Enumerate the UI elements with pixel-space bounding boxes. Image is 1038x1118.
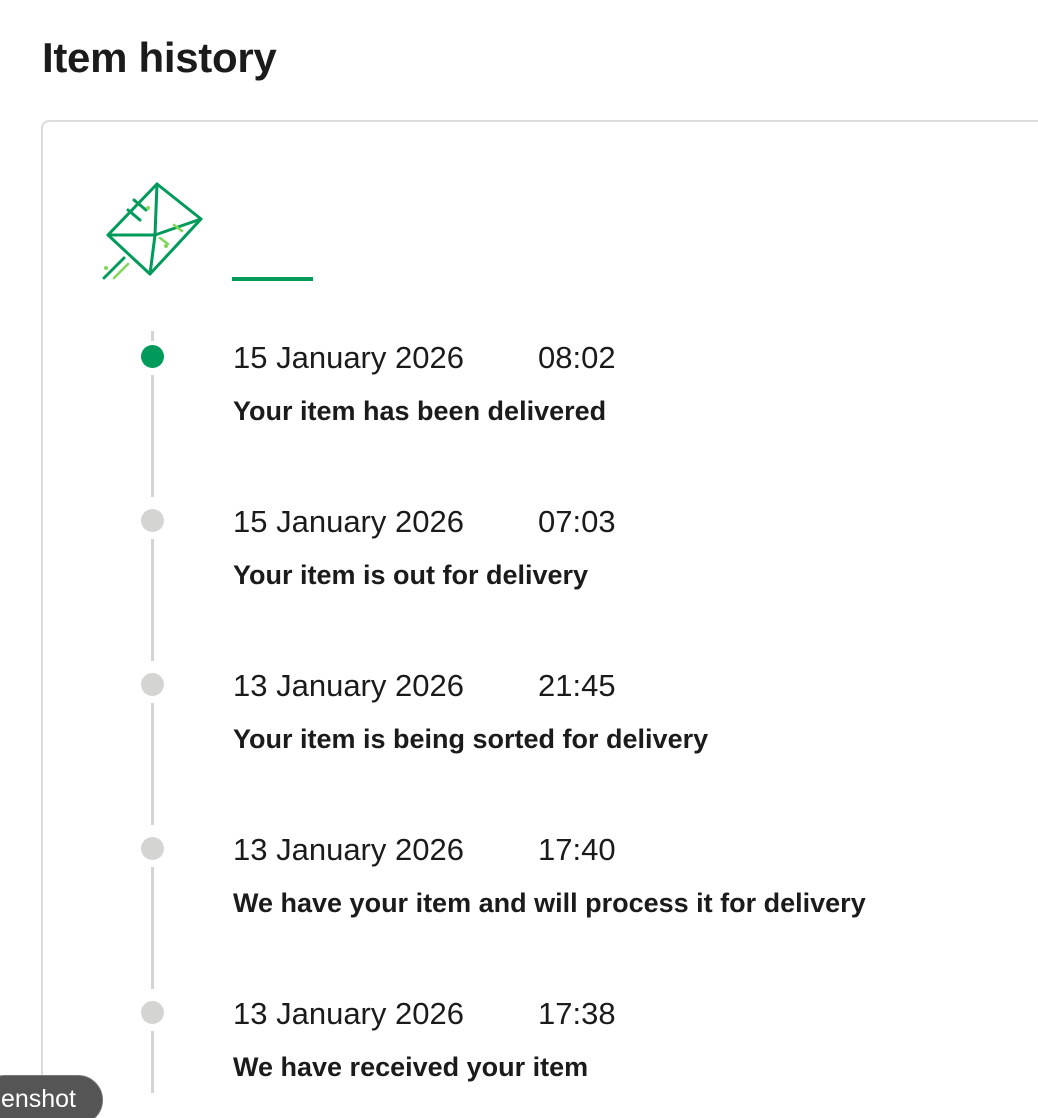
event-description: Your item is being sorted for delivery	[233, 724, 709, 754]
event-time: 07:03	[538, 504, 616, 539]
timeline-dot	[141, 509, 164, 532]
event-time: 08:02	[538, 340, 616, 375]
item-history-page: Item history 15 January 2026 08:02 Your …	[0, 0, 1038, 1118]
event-description: Your item is out for delivery	[233, 560, 589, 590]
screenshot-button[interactable]: enshot	[0, 1075, 103, 1118]
screenshot-label: enshot	[0, 1085, 76, 1113]
event-date: 13 January 2026	[233, 832, 464, 867]
event-time: 21:45	[538, 668, 616, 703]
timeline-dot	[141, 1001, 164, 1024]
event-date: 13 January 2026	[233, 996, 464, 1031]
timeline-line	[151, 375, 154, 497]
event-date: 15 January 2026	[233, 340, 464, 375]
event-description: Your item has been delivered	[233, 396, 607, 426]
timeline-dot	[141, 673, 164, 696]
page-title: Item history	[42, 34, 277, 81]
timeline-dot	[141, 837, 164, 860]
event-description: We have your item and will process it fo…	[233, 888, 866, 918]
timeline-line	[151, 1031, 154, 1093]
event-time: 17:40	[538, 832, 616, 867]
event-date: 15 January 2026	[233, 504, 464, 539]
header-underline	[232, 277, 313, 281]
timeline-dot-active	[141, 345, 164, 368]
event-date: 13 January 2026	[233, 668, 464, 703]
event-time: 17:38	[538, 996, 616, 1031]
timeline-line	[151, 703, 154, 825]
timeline-line	[151, 867, 154, 989]
flying-envelope-icon	[102, 182, 203, 280]
event-description: We have received your item	[233, 1052, 589, 1082]
timeline-line	[151, 331, 154, 341]
timeline-line	[151, 539, 154, 661]
